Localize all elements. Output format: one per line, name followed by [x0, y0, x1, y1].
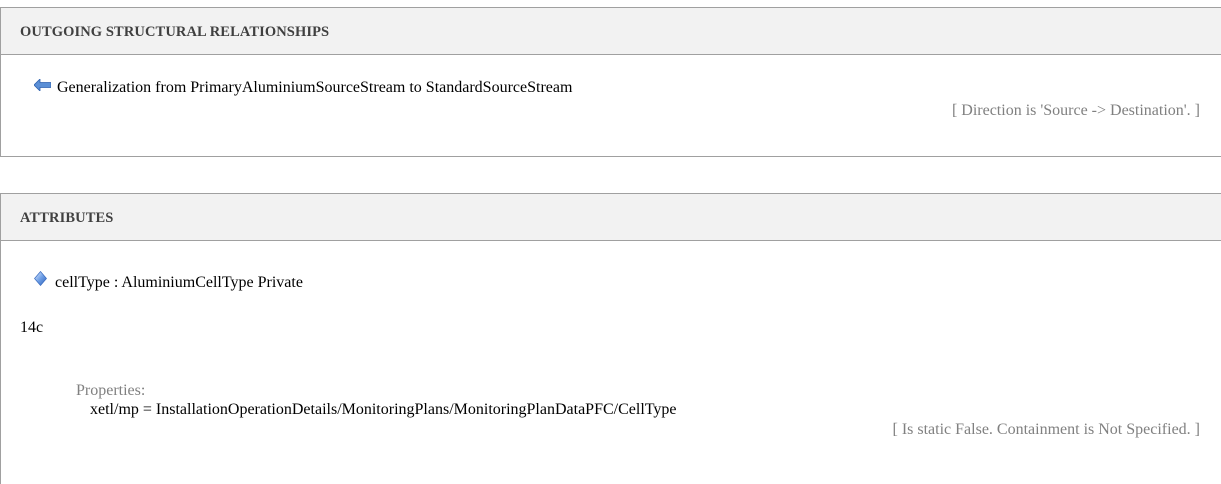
section-header: ATTRIBUTES [1, 193, 1221, 241]
attribute-note: 14c [20, 319, 44, 336]
relationship-row: Generalization from PrimaryAluminiumSour… [33, 77, 573, 98]
properties-label: Properties: [76, 382, 146, 399]
direction-note: [ Direction is 'Source -> Destination'. … [951, 102, 1200, 119]
outgoing-relationships-section: OUTGOING STRUCTURAL RELATIONSHIPS Genera… [0, 7, 1221, 157]
attribute-text: cellType : AluminiumCellType Private [55, 274, 303, 291]
attribute-diamond-icon [34, 271, 47, 292]
attribute-row: cellType : AluminiumCellType Private [34, 271, 303, 293]
attributes-section: ATTRIBUTES cellType : AluminiumCellType … [0, 193, 1221, 484]
property-value: xetl/mp = InstallationOperationDetails/M… [90, 401, 677, 418]
static-note: [ Is static False. Containment is Not Sp… [892, 421, 1201, 438]
relationship-text: Generalization from PrimaryAluminiumSour… [57, 79, 573, 96]
section-header: OUTGOING STRUCTURAL RELATIONSHIPS [1, 7, 1221, 55]
arrow-left-icon [33, 77, 52, 97]
